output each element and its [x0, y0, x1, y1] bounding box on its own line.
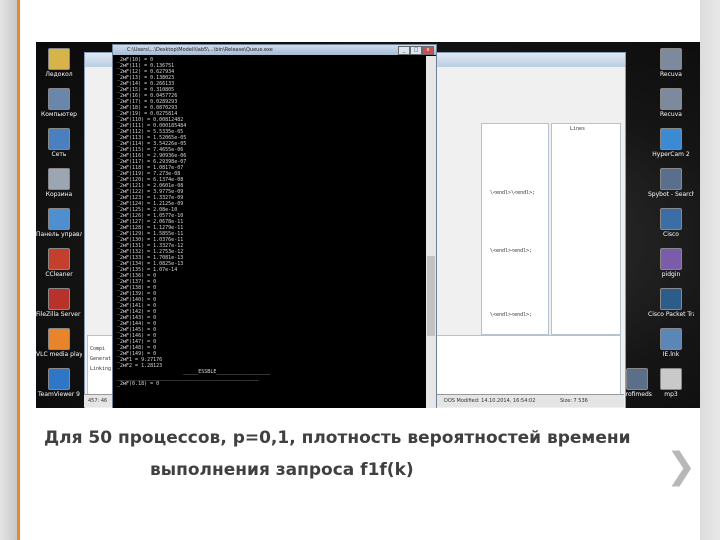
folder-icon [48, 48, 70, 70]
desktop-icon[interactable]: Recuva [648, 88, 694, 118]
recuva-icon [660, 48, 682, 70]
desktop-icon[interactable]: Cisco Packet Tracer [648, 288, 694, 318]
desktop-icon[interactable]: Cisco [648, 208, 694, 238]
caption-line-2: выполнения запроса f1f(k) [150, 460, 414, 480]
computer-icon [48, 88, 70, 110]
slide-right-border [700, 0, 720, 540]
pidgin-icon [660, 248, 682, 270]
console-line: _2мF(0.18) = 0 [117, 381, 160, 387]
scrollbar-thumb[interactable] [427, 256, 435, 336]
desktop-icon[interactable]: Сеть [36, 128, 82, 158]
console-scrollbar[interactable] [426, 56, 436, 408]
side-panel[interactable]: Lines [551, 123, 621, 335]
recycle-bin-icon [48, 168, 70, 190]
console-window[interactable]: C:\Users\...\Desktop\Modeli\lab5\...\bin… [112, 44, 437, 408]
chevron-right-icon[interactable]: ❯ [666, 449, 696, 485]
shortcut-icon [660, 328, 682, 350]
packet-tracer-icon [660, 288, 682, 310]
desktop-icon[interactable]: Панель управления [36, 208, 82, 238]
desktop-screenshot: Ледокол Компьютер Сеть Корзина Панель уп… [36, 42, 700, 408]
close-button[interactable]: x [422, 46, 434, 55]
audio-file-icon [660, 368, 682, 390]
cisco-icon [660, 208, 682, 230]
slide-left-border [0, 0, 20, 540]
ccleaner-icon [48, 248, 70, 270]
console-titlebar: C:\Users\...\Desktop\Modeli\lab5\...\bin… [113, 45, 436, 55]
desktop-icon[interactable]: Корзина [36, 168, 82, 198]
filezilla-icon [48, 288, 70, 310]
desktop-icon[interactable]: pidgin [648, 248, 694, 278]
network-icon [48, 128, 70, 150]
desktop-icon[interactable]: FileZilla Server ... [36, 288, 82, 318]
spybot-icon [660, 168, 682, 190]
desktop-icon[interactable]: TeamViewer 9 [36, 368, 82, 398]
recuva-icon [660, 88, 682, 110]
code-editor-panel[interactable]: \<endl>\<endl>; \<endl><endl>; \<endl><e… [481, 123, 549, 335]
control-panel-icon [48, 208, 70, 230]
desktop-icon[interactable]: Spybot - Search ... [648, 168, 694, 198]
console-output: _2мF(10) = 0 _2мF(11) = 0.136751 _2мF(12) … [117, 57, 424, 407]
desktop-icon[interactable]: CCleaner [36, 248, 82, 278]
maximize-button[interactable]: □ [410, 46, 422, 55]
minimize-button[interactable]: _ [398, 46, 410, 55]
desktop-icon[interactable]: HyperCam 2 [648, 128, 694, 158]
desktop-icon[interactable]: VLC media player [36, 328, 82, 358]
desktop-icon[interactable]: Компьютер [36, 88, 82, 118]
desktop-icon[interactable]: Ледокол [36, 48, 82, 78]
desktop-icon[interactable]: Recuva [648, 48, 694, 78]
vlc-icon [48, 328, 70, 350]
hypercam-icon [660, 128, 682, 150]
caption-line-1: Для 50 процессов, p=0,1, плотность вероя… [44, 428, 631, 448]
app-icon [626, 368, 648, 390]
desktop-icon[interactable]: IE.lnk [648, 328, 694, 358]
slide-caption: Для 50 процессов, p=0,1, плотность вероя… [44, 422, 684, 486]
teamviewer-icon [48, 368, 70, 390]
